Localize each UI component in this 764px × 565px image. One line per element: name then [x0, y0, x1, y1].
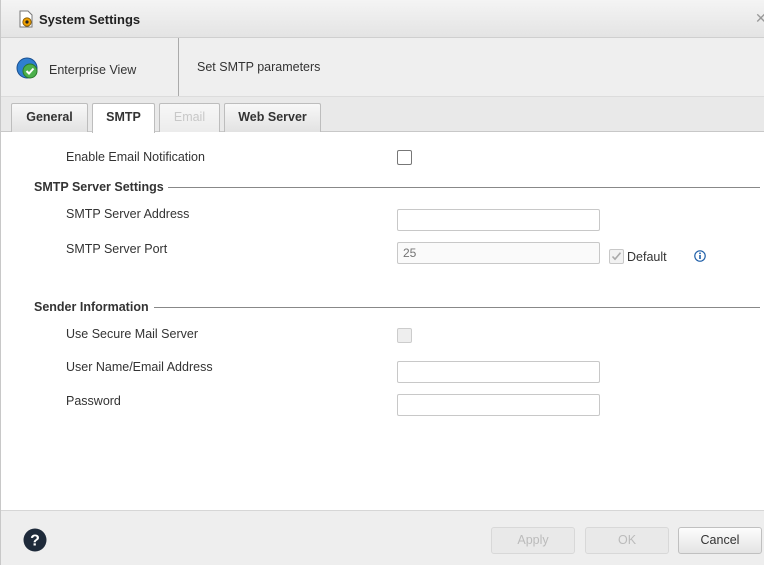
username-email-input[interactable]	[397, 361, 600, 383]
tab-general[interactable]: General	[11, 103, 88, 132]
cancel-button[interactable]: Cancel	[678, 527, 762, 554]
checkmark-icon	[611, 252, 622, 261]
default-port-label: Default	[627, 250, 667, 264]
page-title: Set SMTP parameters	[197, 60, 321, 74]
password-input[interactable]	[397, 394, 600, 416]
settings-gear-icon	[19, 10, 33, 28]
enable-email-notification-checkbox[interactable]	[397, 150, 412, 165]
enable-email-notification-label: Enable Email Notification	[66, 150, 205, 164]
breadcrumb: Enterprise View Set SMTP parameters	[1, 38, 764, 97]
section-divider	[154, 307, 760, 308]
ok-button[interactable]: OK	[585, 527, 669, 554]
enterprise-view-icon	[16, 57, 38, 79]
section-divider	[168, 187, 760, 188]
system-settings-dialog: System Settings ✕ Enterprise View Set SM…	[0, 0, 764, 565]
apply-button[interactable]: Apply	[491, 527, 575, 554]
use-secure-mail-server-checkbox[interactable]	[397, 328, 412, 343]
smtp-server-address-input[interactable]	[397, 209, 600, 231]
use-secure-mail-server-label: Use Secure Mail Server	[66, 327, 198, 341]
default-port-checkbox[interactable]	[609, 249, 624, 264]
smtp-server-address-label: SMTP Server Address	[66, 207, 190, 221]
tab-web-server[interactable]: Web Server	[224, 103, 321, 132]
help-icon[interactable]: ?	[23, 528, 47, 552]
tab-bar: General SMTP Email Web Server	[1, 97, 764, 133]
smtp-server-port-input[interactable]	[397, 242, 600, 264]
svg-text:?: ?	[30, 533, 40, 550]
tab-smtp[interactable]: SMTP	[92, 103, 155, 133]
smtp-server-settings-heading: SMTP Server Settings	[34, 180, 164, 194]
title-bar[interactable]: System Settings ✕	[1, 0, 764, 38]
sender-information-heading: Sender Information	[34, 300, 149, 314]
breadcrumb-divider	[178, 38, 179, 96]
username-email-label: User Name/Email Address	[66, 360, 213, 374]
password-label: Password	[66, 394, 121, 408]
close-icon[interactable]: ✕	[755, 11, 764, 25]
smtp-server-port-label: SMTP Server Port	[66, 242, 168, 256]
enterprise-view-link[interactable]: Enterprise View	[49, 63, 136, 77]
dialog-footer: ? Apply OK Cancel	[1, 510, 764, 565]
info-icon[interactable]	[694, 250, 706, 262]
tab-email: Email	[159, 103, 220, 132]
window-title: System Settings	[39, 12, 141, 27]
